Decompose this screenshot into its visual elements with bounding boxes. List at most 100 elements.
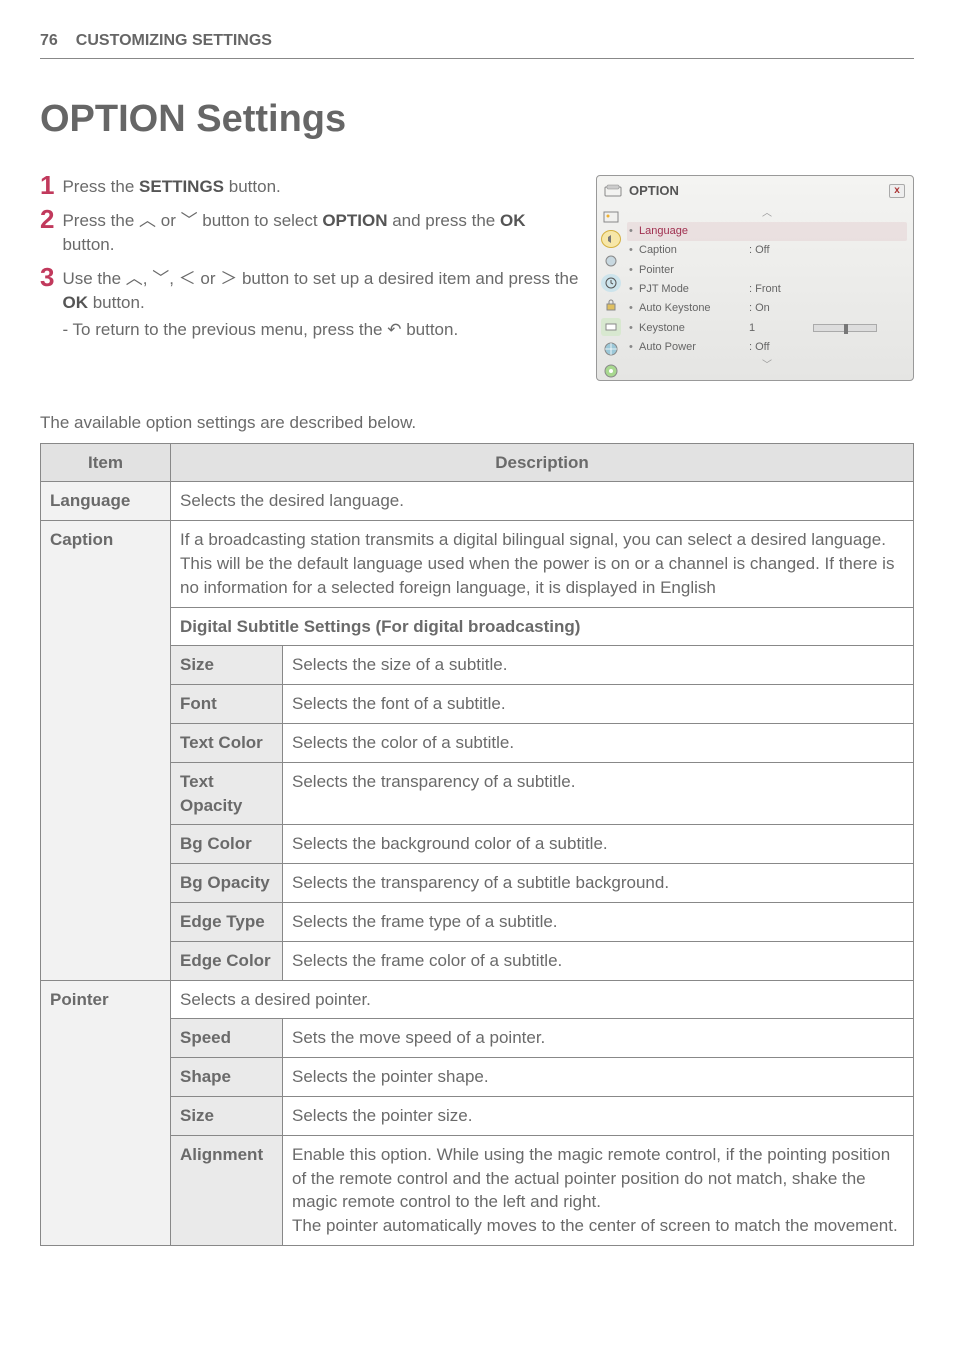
panel-row[interactable]: •Keystone1 [627,319,907,338]
subkey: Edge Type [171,902,283,941]
step-number: 3 [40,263,54,292]
row-caption-intro: Caption If a broadcasting station transm… [41,521,914,607]
back-icon: ↶ [387,320,401,339]
subval: Selects the pointer shape. [283,1058,914,1097]
subval: Selects the transparency of a subtitle b… [283,864,914,903]
bullet-icon: • [629,321,639,336]
col-header-description: Description [171,443,914,482]
header-title: CUSTOMIZING SETTINGS [76,30,272,52]
panel-title: OPTION [629,182,679,200]
subval: Enable this option. While using the magi… [283,1135,914,1245]
subval: Sets the move speed of a pointer. [283,1019,914,1058]
support-tab-icon[interactable] [601,362,621,380]
down-arrow-icon: ﹀ [181,211,198,230]
subval: Selects the frame type of a subtitle. [283,902,914,941]
subval: Selects the background color of a subtit… [283,825,914,864]
panel-row[interactable]: •Pointer [627,261,907,280]
left-arrow-icon: ＜ [179,269,196,288]
bullet-icon: • [629,243,639,258]
subval: Selects the color of a subtitle. [283,723,914,762]
step-text: Use the ︿, ﹀, ＜ or ＞ button to set up a … [62,267,580,342]
panel-row-value: : On [749,301,809,316]
row-pointer-size: Size Selects the pointer size. [41,1096,914,1135]
step-3: 3 Use the ︿, ﹀, ＜ or ＞ button to set up … [40,263,580,342]
right-arrow-icon: ＞ [220,269,237,288]
subval: Selects the transparency of a subtitle. [283,762,914,825]
step-2: 2 Press the ︿ or ﹀ button to select OPTI… [40,205,580,257]
subkey: Bg Opacity [171,864,283,903]
bullet-icon: • [629,340,639,355]
row-caption-edgetype: Edge Type Selects the frame type of a su… [41,902,914,941]
bullet-icon: • [629,282,639,297]
row-pointer-alignment: Alignment Enable this option. While usin… [41,1135,914,1245]
row-caption-size: Size Selects the size of a subtitle. [41,646,914,685]
keystone-slider[interactable] [813,324,877,332]
bullet-icon: • [629,301,639,316]
table-caption: The available option settings are descri… [40,411,914,435]
panel-row-value: : Off [749,340,809,355]
option-tab-icon[interactable] [601,318,621,336]
panel-row-label: Pointer [639,263,749,278]
lock-tab-icon[interactable] [601,296,621,314]
panel-row-label: Auto Power [639,340,749,355]
item-label: Caption [41,521,171,980]
step-text: Press the ︿ or ﹀ button to select OPTION… [62,209,580,257]
panel-row[interactable]: •PJT Mode: Front [627,280,907,299]
step-text: Press the SETTINGS button. [62,175,280,199]
subval: Selects the frame color of a subtitle. [283,941,914,980]
main-title: OPTION Settings [40,93,914,146]
step-1: 1 Press the SETTINGS button. [40,171,580,200]
subkey: Speed [171,1019,283,1058]
subval: Selects the pointer size. [283,1096,914,1135]
panel-row-label: Caption [639,243,749,258]
row-caption-bgopacity: Bg Opacity Selects the transparency of a… [41,864,914,903]
panel-row-label: Language [639,224,749,239]
panel-row-label: PJT Mode [639,282,749,297]
panel-row-value: : Front [749,282,809,297]
time-tab-icon[interactable] [601,274,621,292]
subkey: Text Color [171,723,283,762]
subkey: Alignment [171,1135,283,1245]
subtitle-settings-heading: Digital Subtitle Settings (For digital b… [171,607,914,646]
panel-row[interactable]: •Auto Power: Off [627,338,907,357]
network-tab-icon[interactable] [601,340,621,358]
step-number: 2 [40,205,54,234]
close-icon[interactable]: x [889,184,905,198]
panel-title-bar: OPTION x [597,176,913,206]
picture-tab-icon[interactable] [601,208,621,226]
down-arrow-icon: ﹀ [152,269,169,288]
row-caption-textopacity: Text Opacity Selects the transparency of… [41,762,914,825]
row-caption-edgecolor: Edge Color Selects the frame color of a … [41,941,914,980]
scroll-down-icon[interactable]: ﹀ [627,358,907,374]
panel-row-label: Keystone [639,321,749,336]
item-label: Language [41,482,171,521]
subkey: Size [171,646,283,685]
row-pointer-shape: Shape Selects the pointer shape. [41,1058,914,1097]
row-language: Language Selects the desired language. [41,482,914,521]
row-caption-textcolor: Text Color Selects the color of a subtit… [41,723,914,762]
bullet-icon: • [629,263,639,278]
subval: Selects the size of a subtitle. [283,646,914,685]
item-desc: Selects the desired language. [171,482,914,521]
panel-row-value: 1 [749,321,809,336]
channel-tab-icon[interactable] [601,252,621,270]
panel-row[interactable]: •Auto Keystone: On [627,299,907,318]
subkey: Bg Color [171,825,283,864]
subkey: Size [171,1096,283,1135]
item-desc: Selects a desired pointer. [171,980,914,1019]
panel-list: ︿ •Language•Caption: Off•Pointer•PJT Mod… [625,206,913,380]
subkey: Font [171,685,283,724]
audio-tab-icon[interactable] [601,230,621,248]
panel-row[interactable]: •Caption: Off [627,241,907,260]
row-caption-font: Font Selects the font of a subtitle. [41,685,914,724]
panel-row-label: Auto Keystone [639,301,749,316]
up-arrow-icon: ︿ [139,211,156,230]
panel-row-value: : Off [749,243,809,258]
panel-row[interactable]: •Language [627,222,907,241]
page-number: 76 [40,30,58,52]
item-desc: If a broadcasting station transmits a di… [171,521,914,607]
subkey: Edge Color [171,941,283,980]
scroll-up-icon[interactable]: ︿ [627,206,907,222]
col-header-item: Item [41,443,171,482]
page-header: 76 CUSTOMIZING SETTINGS [40,30,914,59]
